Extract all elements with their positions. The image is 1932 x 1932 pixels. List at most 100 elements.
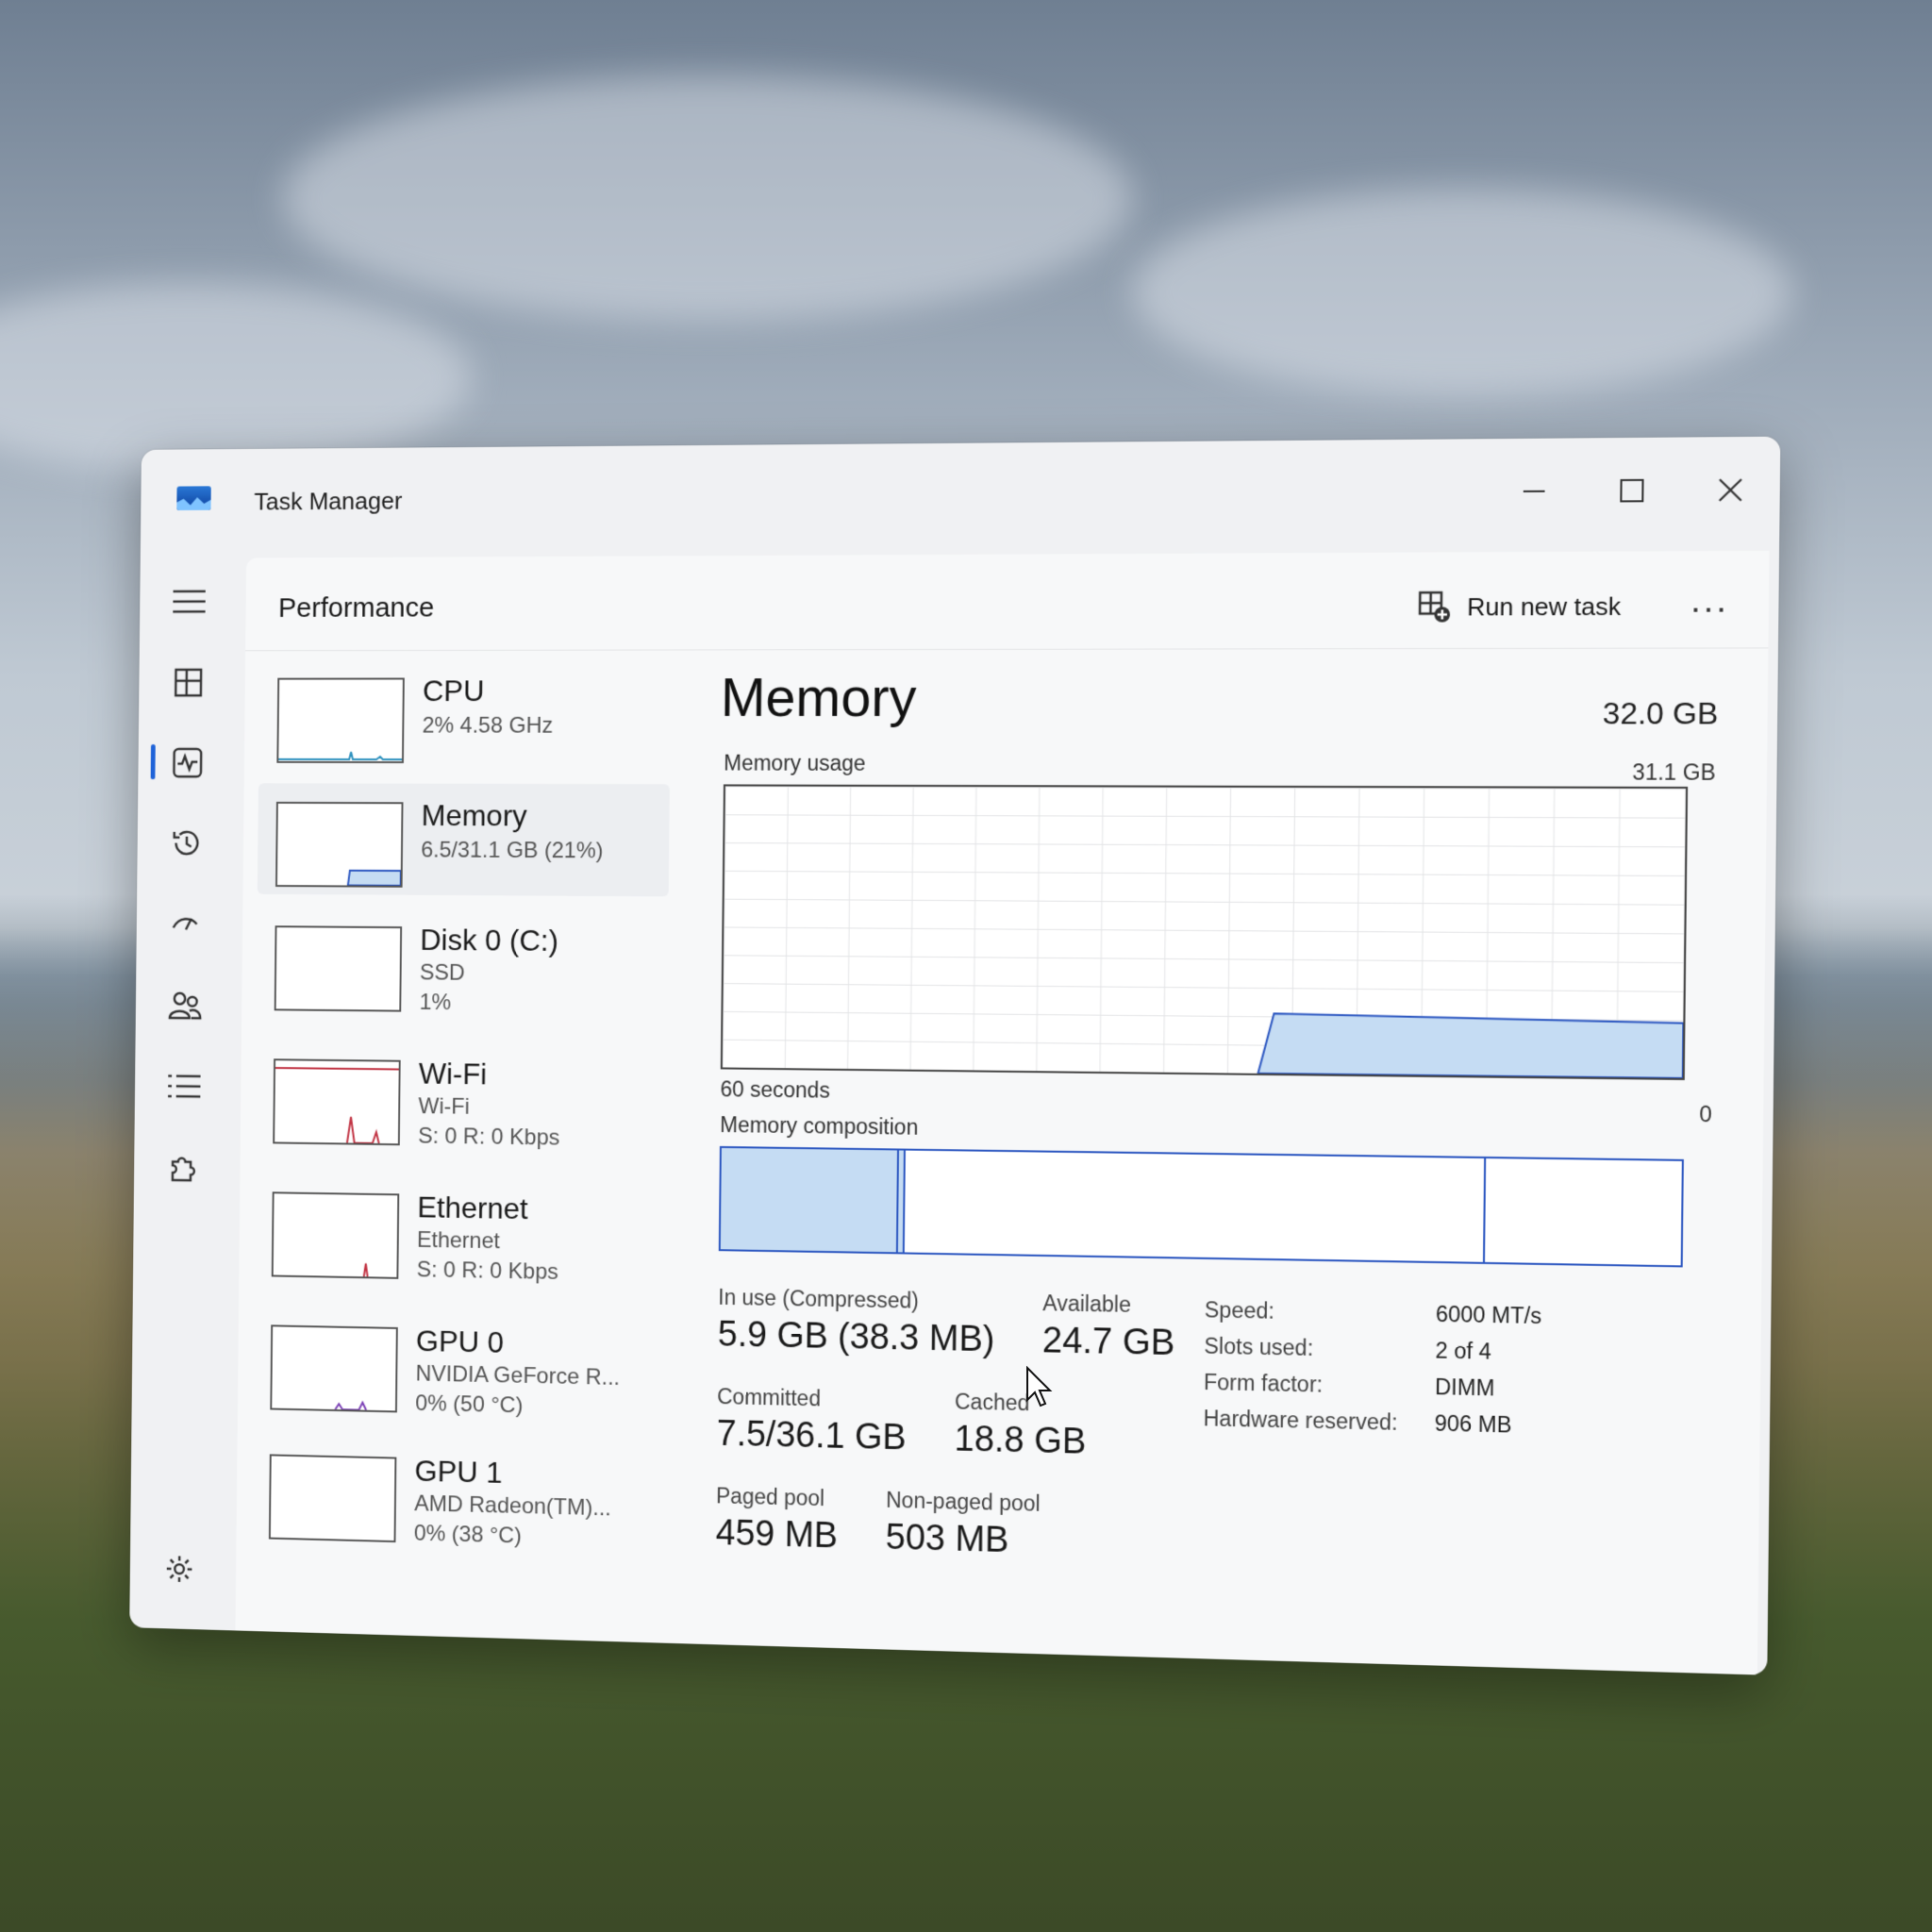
device-detail: S: 0 R: 0 Kbps [417, 1257, 558, 1286]
close-button[interactable] [1701, 466, 1760, 515]
window-title: Task Manager [254, 487, 402, 516]
device-name: GPU 1 [414, 1454, 502, 1491]
in-use-value: 5.9 GB (38.3 MB) [718, 1315, 995, 1361]
cpu-thumbnail-graph [276, 677, 405, 762]
memory-composition-label: Memory composition [720, 1112, 918, 1141]
device-wifi[interactable]: Wi-Fi Wi-Fi S: 0 R: 0 Kbps [255, 1040, 667, 1157]
paged-pool-label: Paged pool [716, 1483, 824, 1511]
hamburger-icon [173, 589, 206, 614]
device-cpu[interactable]: CPU 2% 4.58 GHz [258, 658, 671, 771]
memory-composition-bar [719, 1146, 1684, 1268]
nav-app-history[interactable] [164, 820, 209, 866]
navigation-rail [129, 551, 239, 1631]
graph-time-span: 60 seconds [720, 1076, 829, 1103]
settings-button[interactable] [157, 1545, 202, 1592]
composition-in-use [721, 1148, 900, 1252]
maximize-icon [1620, 479, 1643, 503]
device-detail: 0% (38 °C) [414, 1521, 522, 1550]
close-icon [1718, 477, 1744, 503]
memory-thumbnail-graph [275, 802, 403, 888]
nav-processes[interactable] [166, 659, 211, 706]
speed-value: 6000 MT/s [1436, 1302, 1541, 1330]
device-detail: Ethernet [417, 1227, 500, 1255]
committed-value: 7.5/36.1 GB [717, 1414, 907, 1458]
cpu-sparkline [278, 679, 403, 761]
wifi-sparkline [275, 1060, 399, 1143]
device-detail: 6.5/31.1 GB (21%) [421, 838, 603, 865]
run-new-task-button[interactable]: Run new task [1418, 590, 1621, 623]
device-name: Wi-Fi [419, 1057, 488, 1091]
minimize-button[interactable] [1505, 467, 1564, 515]
mouse-cursor-icon [1025, 1366, 1054, 1407]
paged-pool-value: 459 MB [715, 1513, 838, 1557]
memory-heading: Memory [721, 666, 917, 729]
performance-icon [172, 747, 203, 778]
task-manager-app-icon [176, 486, 210, 510]
page-header: Performance Run new task ... [245, 551, 1769, 651]
ethernet-thumbnail-graph [272, 1191, 399, 1279]
nav-users[interactable] [162, 982, 208, 1028]
nav-services[interactable] [160, 1144, 206, 1191]
hardware-reserved-value: 906 MB [1435, 1410, 1512, 1438]
form-factor-label: Form factor: [1204, 1370, 1323, 1398]
nav-details[interactable] [161, 1063, 207, 1109]
device-name: GPU 0 [416, 1324, 504, 1359]
processes-icon [174, 668, 203, 697]
disk-thumbnail-graph [275, 925, 402, 1011]
maximize-button[interactable] [1602, 466, 1661, 514]
title-bar[interactable]: Task Manager [141, 437, 1781, 551]
nav-startup-apps[interactable] [163, 901, 208, 947]
wifi-thumbnail-graph [273, 1058, 400, 1145]
device-gpu-1[interactable]: GPU 1 AMD Radeon(TM)... 0% (38 °C) [251, 1435, 663, 1557]
device-memory[interactable]: Memory 6.5/31.1 GB (21%) [258, 783, 670, 896]
history-icon [171, 826, 204, 859]
device-detail: 0% (50 °C) [415, 1391, 523, 1419]
memory-detail-pane: Memory 32.0 GB Memory usage 31.1 GB 60 s… [711, 658, 1729, 1655]
hamburger-menu-button[interactable] [167, 578, 212, 625]
memory-usage-graph [721, 784, 1688, 1080]
active-indicator [151, 744, 156, 779]
gpu0-thumbnail-graph [270, 1324, 397, 1412]
task-manager-window: Task Manager Performance Run new task ..… [129, 437, 1780, 1675]
page-title: Performance [278, 592, 435, 625]
performance-content: Performance Run new task ... CPU 2% 4.58… [236, 551, 1770, 1675]
memory-usage-area [723, 786, 1686, 1077]
committed-label: Committed [717, 1384, 821, 1411]
device-ethernet[interactable]: Ethernet Ethernet S: 0 R: 0 Kbps [254, 1173, 666, 1291]
cached-label: Cached [955, 1389, 1030, 1416]
gpu1-thumbnail-graph [269, 1454, 396, 1542]
device-list: CPU 2% 4.58 GHz Memory 6.5/31.1 GB (21%)… [250, 658, 680, 1624]
device-detail: AMD Radeon(TM)... [414, 1491, 611, 1522]
cloud [283, 75, 1132, 321]
cached-value: 18.8 GB [954, 1420, 1086, 1463]
device-gpu-0[interactable]: GPU 0 NVIDIA GeForce R... 0% (50 °C) [252, 1306, 664, 1425]
users-icon [168, 989, 203, 1023]
device-detail: 1% [419, 990, 451, 1016]
minimize-icon [1524, 491, 1545, 492]
nav-performance[interactable] [165, 740, 210, 786]
memory-total: 32.0 GB [1603, 696, 1719, 732]
device-detail: NVIDIA GeForce R... [415, 1361, 620, 1391]
memory-usage-area-fill [1258, 1013, 1684, 1078]
gear-icon [165, 1554, 194, 1584]
composition-standby [905, 1151, 1486, 1262]
device-name: Disk 0 (C:) [420, 923, 558, 958]
details-list-icon [167, 1073, 201, 1101]
more-options-button[interactable]: ... [1690, 580, 1729, 621]
device-name: Memory [421, 798, 526, 833]
memory-usage-label: Memory usage [724, 751, 866, 776]
device-detail: SSD [420, 960, 465, 987]
gpu0-sparkline [272, 1326, 396, 1410]
slots-used-label: Slots used: [1204, 1334, 1313, 1362]
device-detail: 2% 4.58 GHz [423, 713, 554, 740]
form-factor-value: DIMM [1435, 1374, 1494, 1402]
non-paged-pool-label: Non-paged pool [886, 1488, 1041, 1517]
speed-label: Speed: [1205, 1297, 1274, 1324]
device-disk-0[interactable]: Disk 0 (C:) SSD 1% [256, 907, 668, 1022]
slots-used-value: 2 of 4 [1435, 1338, 1491, 1365]
cloud [1132, 189, 1792, 396]
cloud [0, 283, 472, 472]
services-puzzle-icon [167, 1151, 200, 1185]
memory-usage-max: 31.1 GB [1632, 759, 1715, 786]
memory-sparkline [277, 804, 402, 886]
